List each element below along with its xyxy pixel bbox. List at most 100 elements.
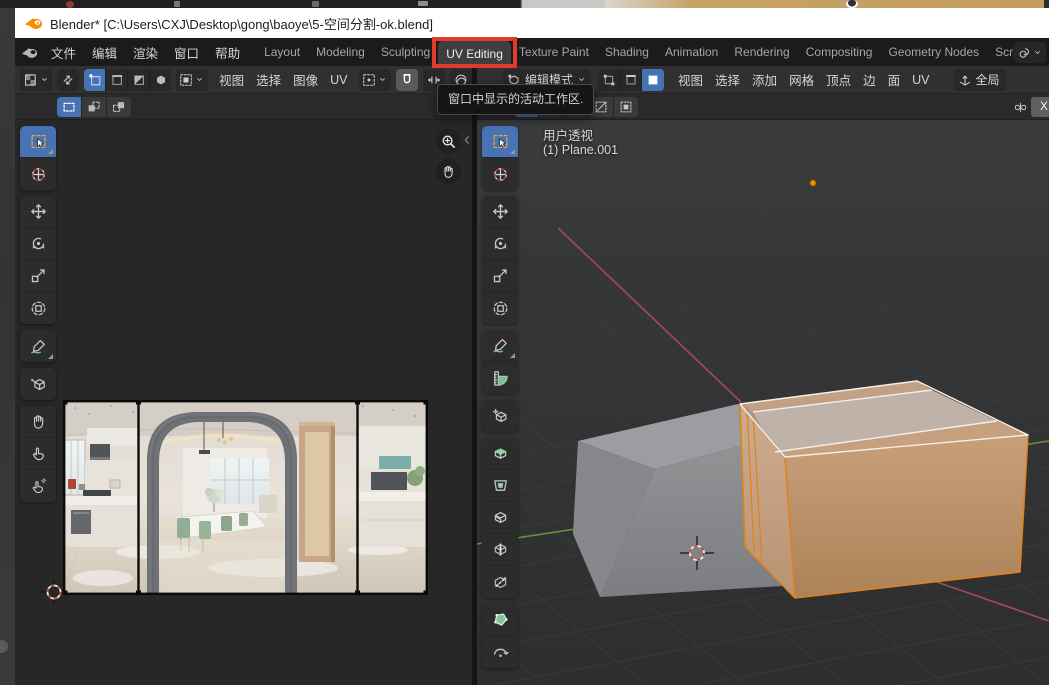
workspace-tab-uv-editing[interactable]: UV Editing bbox=[438, 41, 511, 66]
workspace-tab-texture-paint[interactable]: Texture Paint bbox=[511, 38, 597, 66]
viewport-tool-select-box-icon[interactable] bbox=[482, 126, 518, 158]
workspace-tab-animation[interactable]: Animation bbox=[657, 38, 726, 66]
uv-menu-uv[interactable]: UV bbox=[324, 69, 353, 91]
uv-tool-grab-icon[interactable] bbox=[20, 406, 56, 438]
uv-select-extend-button[interactable] bbox=[82, 97, 106, 117]
blender-menu-icon[interactable] bbox=[15, 46, 43, 59]
uv-uv-island-select-button[interactable] bbox=[150, 69, 170, 91]
snap-toggle[interactable] bbox=[396, 69, 418, 91]
viewport-menu-add[interactable]: 添加 bbox=[746, 69, 783, 91]
uv-tool-transform-icon[interactable] bbox=[20, 292, 56, 324]
workspace-tab-geometry-nodes[interactable]: Geometry Nodes bbox=[880, 38, 987, 66]
window-title: Blender* [C:\Users\CXJ\Desktop\gong\baoy… bbox=[50, 14, 433, 33]
uv-select-mode-options bbox=[57, 97, 131, 117]
symmetry-group: X bbox=[1013, 97, 1049, 117]
magnet-icon bbox=[400, 73, 414, 87]
workspace-tab-rendering[interactable]: Rendering bbox=[726, 38, 797, 66]
viewport-tool-spin-icon[interactable] bbox=[482, 636, 518, 668]
viewport-tool-extrude-region-icon[interactable] bbox=[482, 438, 518, 470]
viewport-tool-loop-cut-icon[interactable] bbox=[482, 534, 518, 566]
sidebar-collapse-chevron[interactable] bbox=[461, 134, 472, 146]
uv-tool-select-box-icon[interactable] bbox=[20, 126, 56, 158]
workspace-tab-modeling[interactable]: Modeling bbox=[308, 38, 373, 66]
menubar-item-file[interactable]: 文件 bbox=[43, 41, 84, 63]
window-titlebar[interactable]: Blender* [C:\Users\CXJ\Desktop\gong\baoy… bbox=[15, 8, 1049, 38]
viewport-tool-measure-icon[interactable] bbox=[482, 362, 518, 394]
uv-select-new-button[interactable] bbox=[57, 97, 81, 117]
viewport-tool-cursor-icon[interactable] bbox=[482, 158, 518, 190]
uv-uv-vertex-select-button[interactable] bbox=[84, 69, 106, 91]
viewport-3d[interactable]: 用户透视 (1) Plane.001 bbox=[477, 120, 1049, 685]
menubar-item-window[interactable]: 窗口 bbox=[166, 41, 207, 63]
uv-tool-relax-icon[interactable] bbox=[20, 438, 56, 470]
desktop-left-strip bbox=[0, 8, 15, 685]
viewport-menu-vertex[interactable]: 顶点 bbox=[820, 69, 857, 91]
workspace-tab-shading[interactable]: Shading bbox=[597, 38, 657, 66]
workspace-tab-layout[interactable]: Layout bbox=[256, 38, 308, 66]
uv-tool-pinch-icon[interactable] bbox=[20, 470, 56, 502]
viewport-tool-bevel-icon[interactable] bbox=[482, 502, 518, 534]
uv-tool-rotate-icon[interactable] bbox=[20, 228, 56, 260]
viewport-menu-view[interactable]: 视图 bbox=[672, 69, 709, 91]
pivot-icon bbox=[362, 73, 376, 87]
zoom-gizmo-button[interactable] bbox=[436, 129, 461, 154]
uv-sync-selection-toggle[interactable] bbox=[57, 69, 79, 91]
uv-uv-edge-select-button[interactable] bbox=[106, 69, 128, 91]
uv-editor-viewport[interactable] bbox=[15, 120, 472, 685]
mesh-select-mode-group bbox=[598, 69, 664, 91]
workspace-tab-compositing[interactable]: Compositing bbox=[798, 38, 881, 66]
uv-tool-group bbox=[20, 368, 56, 400]
viewport-tool-move-icon[interactable] bbox=[482, 196, 518, 228]
viewport-tool-inset-faces-icon[interactable] bbox=[482, 470, 518, 502]
viewport-tool-scale-icon[interactable] bbox=[482, 260, 518, 292]
menubar-item-help[interactable]: 帮助 bbox=[207, 41, 248, 63]
editor-type-dropdown[interactable] bbox=[20, 69, 52, 91]
viewport-edge-select-button[interactable] bbox=[620, 69, 642, 91]
uv-editor-icon bbox=[24, 73, 38, 87]
uv-menu-image[interactable]: 图像 bbox=[287, 69, 324, 91]
sticky-selection-icon bbox=[179, 73, 193, 87]
viewport-face-select-button[interactable] bbox=[642, 69, 664, 91]
menubar-item-render[interactable]: 渲染 bbox=[125, 41, 166, 63]
pivot-point-dropdown[interactable] bbox=[359, 69, 391, 91]
scene-selector-dropdown[interactable] bbox=[1014, 42, 1046, 63]
viewport-tool-group bbox=[482, 330, 518, 394]
viewport-tool-rotate-icon[interactable] bbox=[482, 228, 518, 260]
uv-tool-annotate-icon[interactable] bbox=[20, 330, 56, 362]
viewport-tool-add-cube-icon[interactable] bbox=[482, 400, 518, 432]
viewport-tool-transform-icon[interactable] bbox=[482, 292, 518, 324]
tooltip-text: 窗口中显示的活动工作区. bbox=[448, 92, 583, 106]
uv-tool-group bbox=[20, 330, 56, 362]
viewport-menu-edge[interactable]: 边 bbox=[857, 69, 882, 91]
topbar: 文件编辑渲染窗口帮助 LayoutModelingSculptingUV Edi… bbox=[15, 38, 1049, 66]
viewport-tool-knife-icon[interactable] bbox=[482, 566, 518, 598]
viewport-vertex-select-button[interactable] bbox=[598, 69, 620, 91]
sticky-selection-dropdown[interactable] bbox=[176, 69, 208, 91]
uv-menu-select[interactable]: 选择 bbox=[250, 69, 287, 91]
viewport-menu-select[interactable]: 选择 bbox=[709, 69, 746, 91]
viewport-3d-toolbar bbox=[482, 126, 518, 668]
uv-tool-scale-icon[interactable] bbox=[20, 260, 56, 292]
viewport-tool-poly-build-icon[interactable] bbox=[482, 604, 518, 636]
symmetry-x-toggle[interactable]: X bbox=[1031, 97, 1049, 117]
uv-uv-face-select-button[interactable] bbox=[128, 69, 150, 91]
scene-icon bbox=[1018, 46, 1032, 60]
viewport-select-intersect-button[interactable] bbox=[614, 97, 638, 117]
viewport-tool-annotate-icon[interactable] bbox=[482, 330, 518, 362]
viewport-menu-mesh[interactable]: 网格 bbox=[783, 69, 820, 91]
uv-select-subtract-button[interactable] bbox=[107, 97, 131, 117]
uv-tool-rip-region-icon[interactable] bbox=[20, 368, 56, 400]
uv-tool-cursor-icon[interactable] bbox=[20, 158, 56, 190]
uv-tool-move-icon[interactable] bbox=[20, 196, 56, 228]
viewport-menu-uv[interactable]: UV bbox=[906, 69, 935, 91]
hand-icon bbox=[441, 164, 456, 179]
blender-logo-icon bbox=[24, 16, 43, 30]
transform-orientation-dropdown[interactable]: 全局 bbox=[954, 69, 1006, 91]
viewport-tool-group bbox=[482, 196, 518, 324]
pan-gizmo-button[interactable] bbox=[436, 159, 461, 184]
background-icon bbox=[66, 1, 74, 8]
viewport-menu-face[interactable]: 面 bbox=[882, 69, 907, 91]
workspace-tab-sculpting[interactable]: Sculpting bbox=[373, 38, 438, 66]
menubar-item-edit[interactable]: 编辑 bbox=[84, 41, 125, 63]
uv-menu-view[interactable]: 视图 bbox=[213, 69, 250, 91]
